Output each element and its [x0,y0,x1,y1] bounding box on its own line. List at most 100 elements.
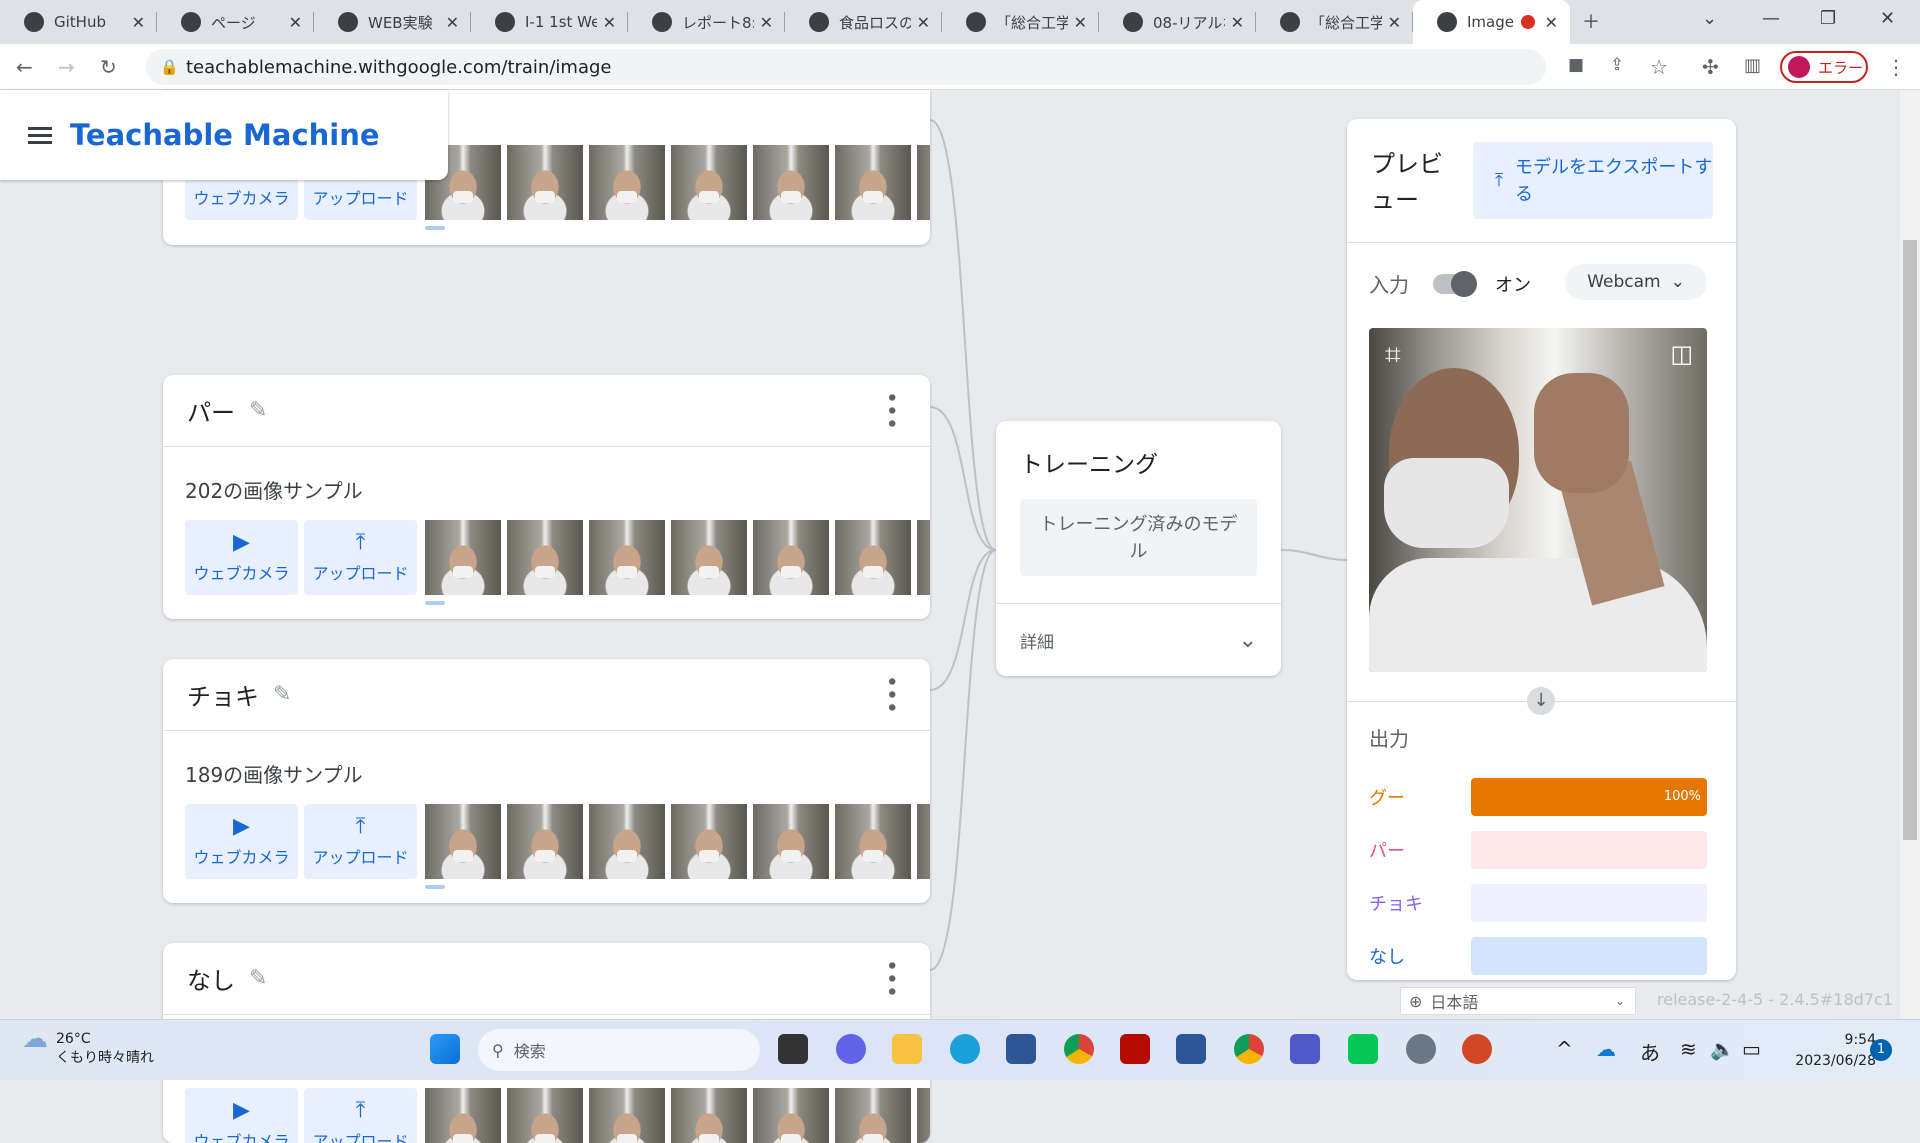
close-tab-icon[interactable]: ✕ [1545,13,1558,32]
upload-button[interactable]: ⤒アップロード [304,520,417,595]
close-tab-icon[interactable]: ✕ [917,13,930,32]
browser-menu-icon[interactable]: ⋮ [1886,55,1906,79]
train-model-button[interactable]: トレーニング済みのモデル [1020,499,1257,576]
sample-thumbnail[interactable] [589,145,665,220]
sample-thumbnail[interactable] [425,804,501,879]
notification-badge[interactable]: 1 [1870,1039,1892,1061]
teams-icon[interactable] [1290,1034,1320,1064]
tray-chevron-icon[interactable]: ^ [1556,1037,1573,1061]
sample-thumbnail[interactable] [671,804,747,879]
settings-icon[interactable] [1406,1034,1436,1064]
sample-thumbnail[interactable] [425,520,501,595]
chrome-icon[interactable] [1064,1034,1094,1064]
sample-thumbnail[interactable] [917,1088,930,1143]
side-panel-icon[interactable]: ▥ [1744,55,1761,76]
powerpoint-icon[interactable] [1462,1034,1492,1064]
tab-2[interactable]: WEB実験✕ [314,0,471,44]
app-logo[interactable]: Teachable Machine [70,118,380,152]
line-icon[interactable] [1348,1034,1378,1064]
sample-thumbnail[interactable] [835,520,911,595]
ime-indicator[interactable]: あ [1640,1037,1660,1066]
edit-pencil-icon[interactable]: ✎ [249,398,267,423]
close-tab-icon[interactable]: ✕ [132,13,145,32]
webcam-button[interactable]: ▶ウェブカメラ [185,520,298,595]
edge-icon[interactable] [950,1034,980,1064]
forward-icon[interactable]: → [58,55,75,79]
tab-9[interactable]: Image✕ [1413,0,1570,44]
close-tab-icon[interactable]: ✕ [760,13,773,32]
sample-thumbnail[interactable] [917,145,930,220]
sample-thumbnail[interactable] [589,520,665,595]
upload-button[interactable]: ⤒アップロード [304,1088,417,1143]
more-options-icon[interactable]: ••• [886,675,894,714]
sample-thumbnail[interactable] [753,1088,829,1143]
profile-button[interactable]: エラー [1780,51,1868,83]
tab-7[interactable]: 08-リアルな✕ [1099,0,1256,44]
class-name[interactable]: チョキ [187,677,259,712]
new-tab-button[interactable]: ＋ [1582,8,1600,34]
task-view-icon[interactable] [778,1034,808,1064]
maximize-button[interactable]: ❐ [1820,8,1836,29]
tab-3[interactable]: I-1 1st Wel✕ [471,0,628,44]
sample-thumbnail[interactable] [507,145,583,220]
input-source-select[interactable]: Webcam ⌄ [1565,264,1707,300]
word-icon[interactable] [1176,1034,1206,1064]
share-icon[interactable]: ⇪ [1610,55,1624,75]
thumbnail-scroll-indicator[interactable] [425,885,445,889]
close-tab-icon[interactable]: ✕ [603,13,616,32]
sample-thumbnail[interactable] [753,804,829,879]
url-input[interactable]: 🔒 teachablemachine.withgoogle.com/train/… [146,49,1546,85]
chrome-active-icon[interactable] [1234,1034,1264,1064]
minimize-button[interactable]: — [1762,8,1780,29]
camera-icon[interactable]: ■ [1568,55,1584,75]
hamburger-menu-icon[interactable] [28,123,52,148]
sample-thumbnail[interactable] [671,1088,747,1143]
sample-thumbnail[interactable] [425,1088,501,1143]
extensions-icon[interactable]: ✣ [1702,55,1719,79]
tab-1[interactable]: ページ✕ [157,0,314,44]
crop-icon[interactable]: ⌗ [1385,338,1401,372]
sample-thumbnail[interactable] [507,520,583,595]
chat-icon[interactable] [836,1034,866,1064]
advanced-toggle[interactable]: 詳細 ⌄ [996,603,1281,676]
sample-thumbnail[interactable] [507,804,583,879]
more-options-icon[interactable]: ••• [886,959,894,998]
sample-thumbnail[interactable] [671,520,747,595]
file-explorer-icon[interactable] [892,1034,922,1064]
flip-icon[interactable]: ◫ [1670,340,1693,368]
bookmark-star-icon[interactable]: ☆ [1650,55,1668,79]
edit-pencil-icon[interactable]: ✎ [273,682,291,707]
class-name[interactable]: パー [187,393,235,428]
close-tab-icon[interactable]: ✕ [446,13,459,32]
tab-4[interactable]: レポート8:決✕ [628,0,785,44]
weather-widget[interactable]: ☁ 26°Cくもり時々晴れ [22,1030,154,1068]
sample-thumbnail[interactable] [753,520,829,595]
reload-icon[interactable]: ↻ [100,55,117,79]
close-tab-icon[interactable]: ✕ [1231,13,1244,32]
close-window-button[interactable]: ✕ [1880,8,1895,29]
sample-thumbnail[interactable] [589,1088,665,1143]
export-model-button[interactable]: ⤒ モデルをエクスポートする [1473,142,1713,219]
tab-6[interactable]: 「総合工学✕ [942,0,1099,44]
page-scrollbar[interactable] [1900,90,1920,1019]
close-tab-icon[interactable]: ✕ [1074,13,1087,32]
scrollbar-thumb[interactable] [1903,240,1917,840]
sample-thumbnail[interactable] [753,145,829,220]
tab-5[interactable]: 食品ロスの✕ [785,0,942,44]
acrobat-icon[interactable] [1120,1034,1150,1064]
close-tab-icon[interactable]: ✕ [289,13,302,32]
clock[interactable]: 9:542023/06/28 [1780,1030,1876,1072]
upload-button[interactable]: ⤒アップロード [304,804,417,879]
more-options-icon[interactable]: ••• [886,391,894,430]
tab-search-icon[interactable]: ⌄ [1702,8,1717,29]
sample-thumbnail[interactable] [835,145,911,220]
volume-icon[interactable]: 🔈 [1710,1037,1735,1061]
sample-thumbnail[interactable] [917,804,930,879]
class-name[interactable]: なし [187,961,235,996]
start-button[interactable] [430,1034,460,1064]
sample-thumbnail[interactable] [671,145,747,220]
battery-icon[interactable]: ▭ [1742,1037,1761,1061]
edit-pencil-icon[interactable]: ✎ [249,966,267,991]
wifi-icon[interactable]: ≋ [1680,1037,1697,1061]
sample-thumbnail[interactable] [835,804,911,879]
